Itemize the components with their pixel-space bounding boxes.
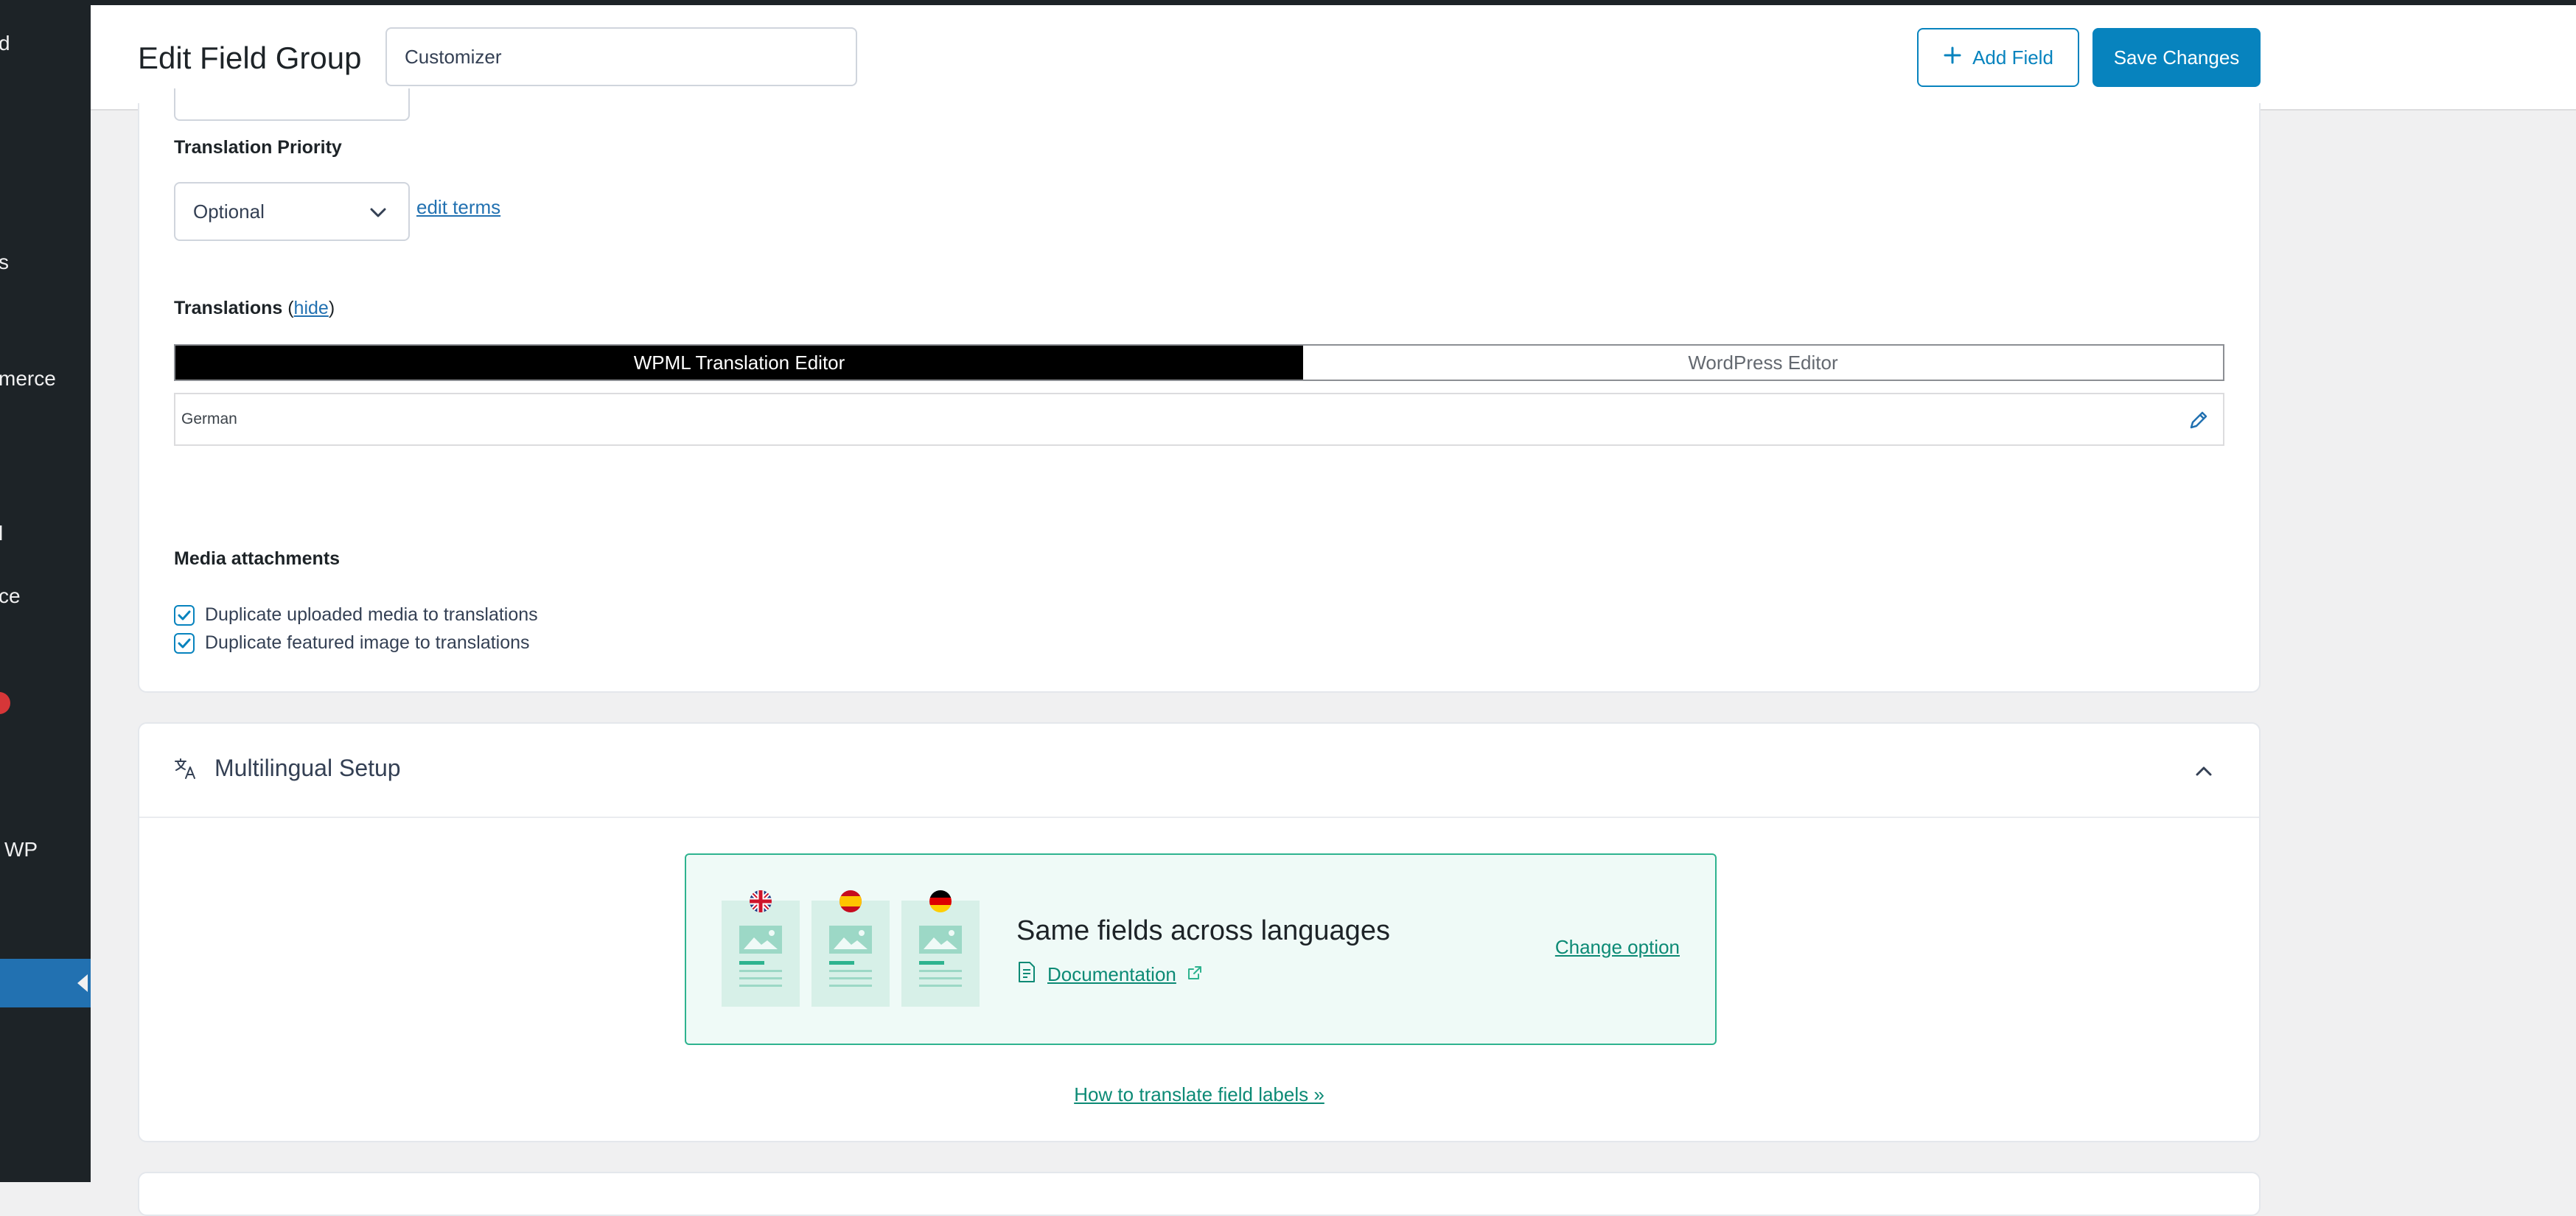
multilingual-option-box: Same fields across languages Documentati…: [685, 853, 1717, 1045]
checkbox-label: Duplicate featured image to translations: [205, 632, 530, 653]
checkbox[interactable]: [174, 632, 195, 654]
translation-priority-select[interactable]: Optional: [174, 182, 410, 241]
language-name: German: [181, 410, 237, 427]
tab-wpml-translation-editor[interactable]: WPML Translation Editor: [175, 346, 1303, 380]
field-group-title-input[interactable]: [385, 27, 857, 86]
multilingual-setup-card: Multilingual Setup Same fields across la…: [138, 722, 2261, 1142]
change-option-link[interactable]: Change option: [1555, 936, 1680, 959]
admin-sidebar: d s merce l ce WP: [0, 5, 91, 1182]
page-illustration: [811, 890, 890, 1007]
add-field-label: Add Field: [1972, 46, 2053, 69]
select-partial[interactable]: [174, 88, 410, 121]
chevron-down-icon: [367, 201, 389, 228]
page-illustration: [901, 890, 980, 1007]
translations-label: Translations (hide): [174, 298, 335, 318]
translate-icon: [173, 756, 198, 785]
chevron-up-icon[interactable]: [2193, 761, 2215, 786]
edit-terms-link[interactable]: edit terms: [416, 196, 500, 219]
plus-icon: [1943, 46, 1962, 70]
sidebar-item-fragment[interactable]: s: [0, 251, 9, 274]
documentation-link-row[interactable]: Documentation: [1016, 961, 1203, 988]
page-title: Edit Field Group: [138, 41, 362, 75]
notification-badge: [0, 692, 10, 714]
pencil-icon[interactable]: [2186, 408, 2211, 436]
add-field-button[interactable]: Add Field: [1917, 28, 2079, 87]
multilingual-title: Multilingual Setup: [214, 755, 401, 781]
translation-editor-tabs: WPML Translation Editor WordPress Editor: [174, 344, 2224, 381]
sidebar-item-fragment[interactable]: ce: [0, 584, 21, 608]
sidebar-item-fragment[interactable]: WP: [4, 838, 38, 862]
checkbox-label: Duplicate uploaded media to translations: [205, 604, 538, 625]
translation-priority-value: Optional: [193, 200, 265, 223]
external-link-icon: [1187, 963, 1203, 986]
sidebar-item-fragment[interactable]: l: [0, 522, 3, 545]
documentation-link[interactable]: Documentation: [1047, 963, 1176, 986]
checkbox[interactable]: [174, 604, 195, 626]
active-menu-arrow: [77, 974, 88, 992]
how-to-translate-link[interactable]: How to translate field labels »: [1074, 1083, 1324, 1105]
save-changes-button[interactable]: Save Changes: [2092, 28, 2261, 87]
media-attachments-title: Media attachments: [174, 548, 341, 569]
document-icon: [1016, 961, 1037, 988]
sidebar-item-fragment[interactable]: merce: [0, 367, 56, 391]
howto-row: How to translate field labels »: [139, 1083, 2259, 1106]
option-heading: Same fields across languages: [1016, 915, 1390, 946]
hide-link[interactable]: hide: [294, 298, 329, 318]
translation-priority-label: Translation Priority: [174, 137, 342, 158]
tab-wordpress-editor[interactable]: WordPress Editor: [1303, 346, 2223, 380]
next-card: [138, 1172, 2261, 1216]
translations-title: Translations: [174, 298, 283, 318]
page-header: Edit Field Group Add Field Save Changes: [91, 5, 2576, 111]
page-illustration: [722, 890, 800, 1007]
language-row: German: [174, 393, 2224, 446]
multilingual-header[interactable]: Multilingual Setup: [139, 724, 2259, 818]
checkbox-duplicate-featured-image[interactable]: Duplicate featured image to translations: [174, 632, 530, 654]
admin-bar: [0, 0, 2576, 5]
sidebar-item-fragment[interactable]: d: [0, 32, 10, 55]
checkbox-duplicate-media[interactable]: Duplicate uploaded media to translations: [174, 604, 538, 626]
